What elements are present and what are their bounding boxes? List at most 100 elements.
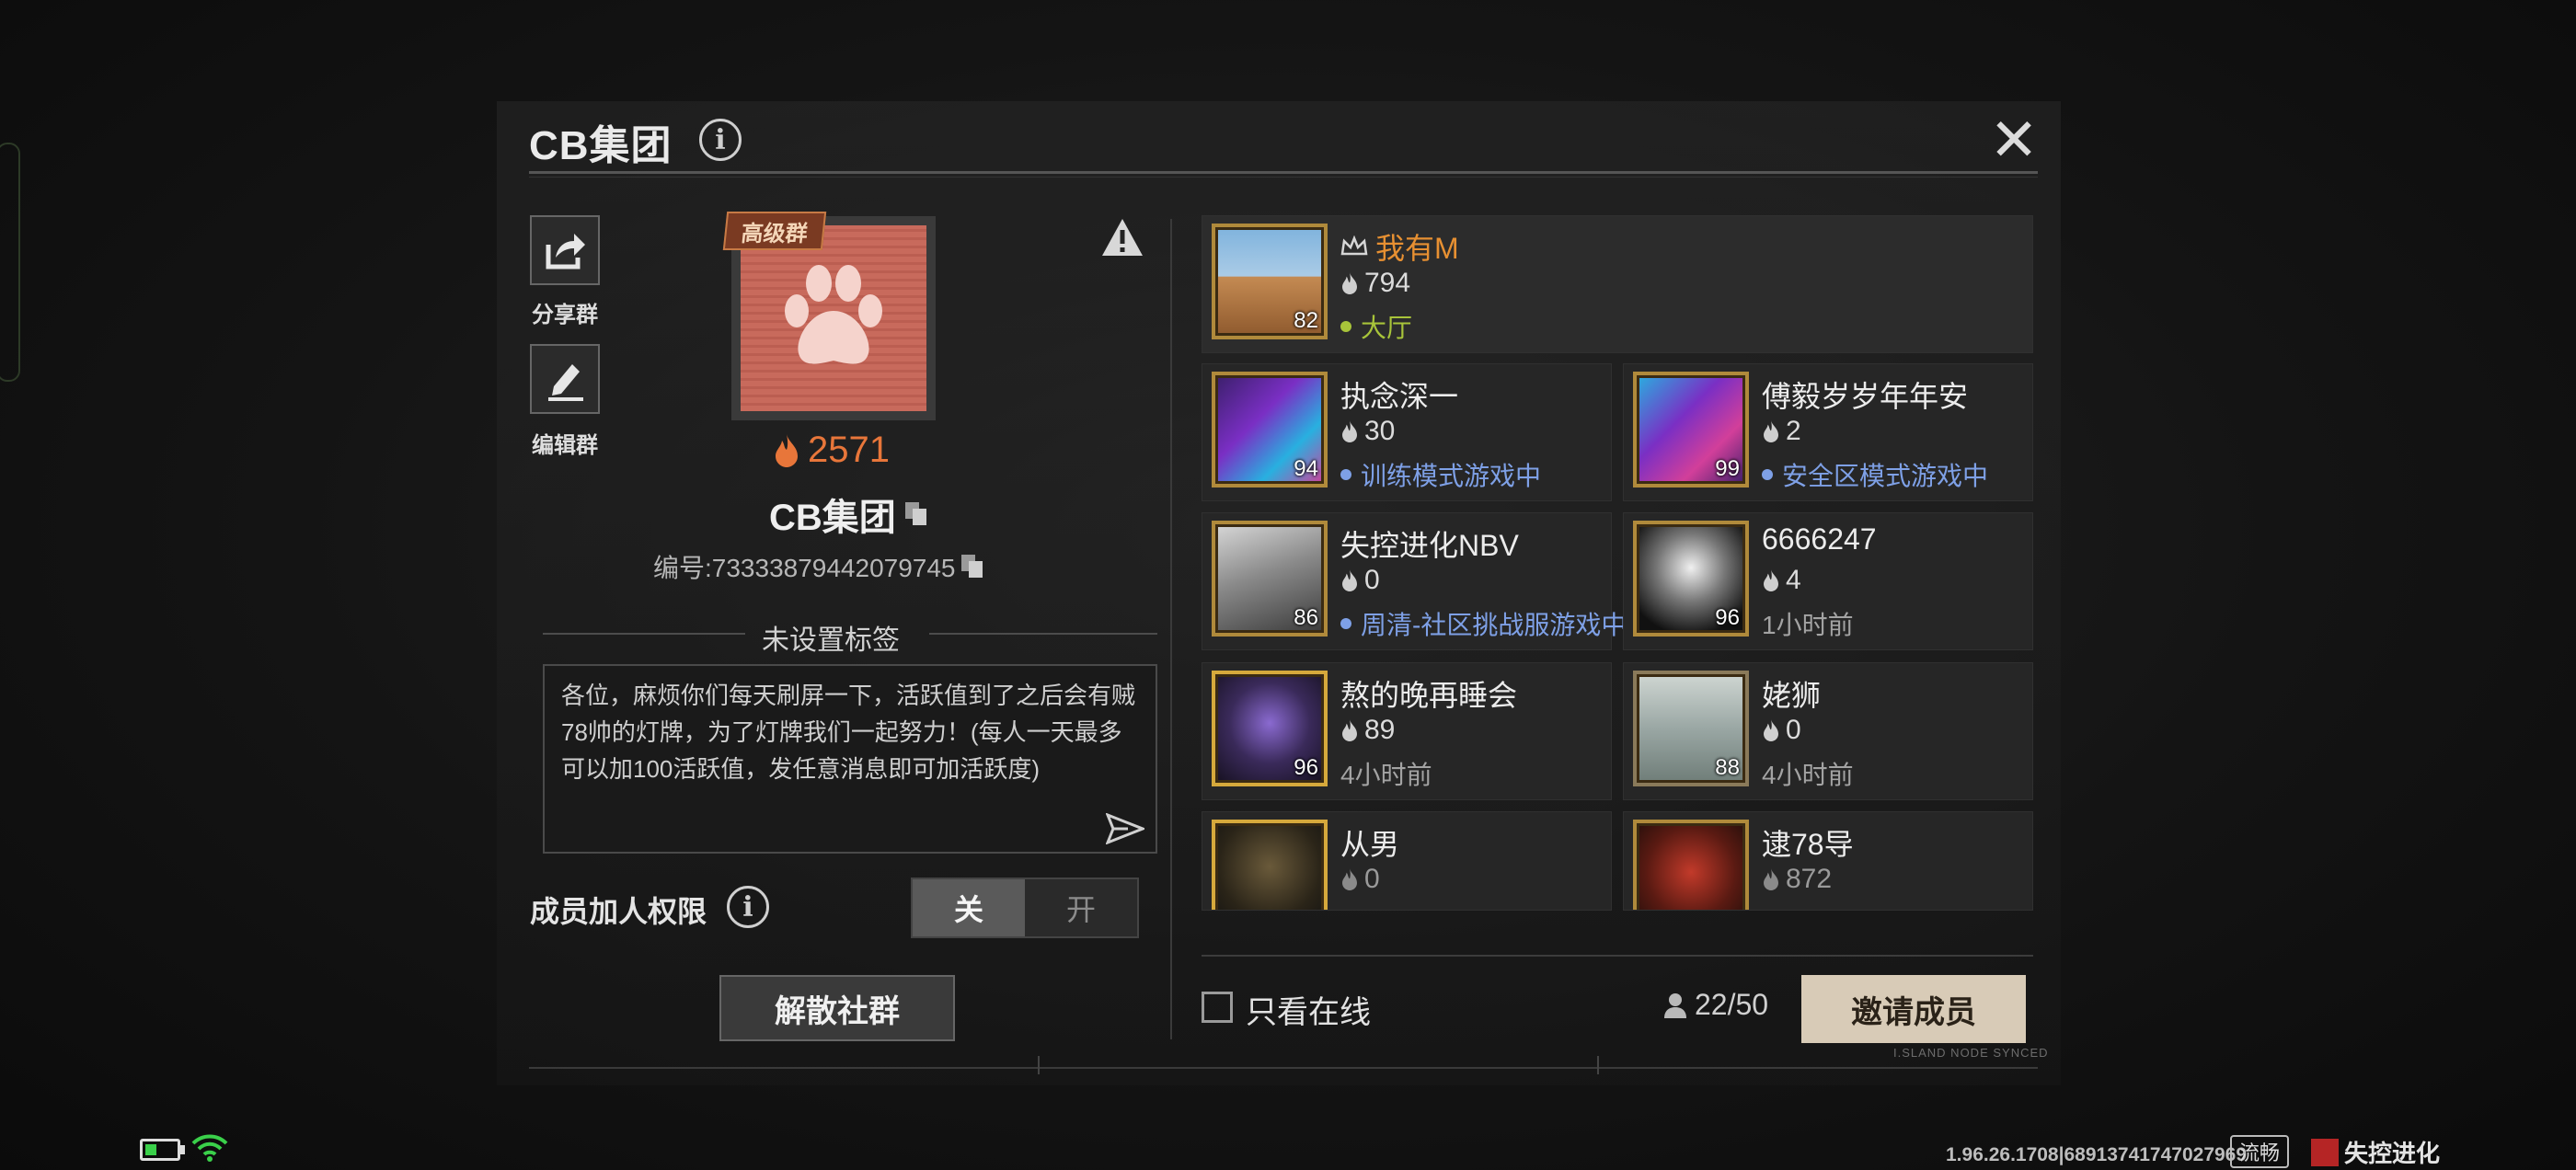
member-heat-value: 30: [1364, 416, 1396, 446]
member-status: 4小时前: [1762, 755, 1854, 792]
flame-icon: [776, 433, 798, 467]
edge-handle: [0, 143, 20, 382]
member-avatar: 99: [1633, 372, 1749, 488]
permission-toggle[interactable]: 关 开: [911, 878, 1139, 938]
copy-icon[interactable]: [960, 555, 983, 579]
status-dot: [1340, 321, 1351, 332]
member-heat: 4: [1762, 565, 1801, 596]
flame-icon: [1764, 719, 1778, 741]
premium-badge: 高级群: [722, 212, 827, 250]
member-level: 82: [1294, 308, 1318, 333]
member-level: 88: [1715, 755, 1740, 780]
member-avatar: 82: [1212, 224, 1328, 339]
member-name: 执念深一: [1340, 380, 1459, 413]
group-tag[interactable]: 未设置标签: [762, 617, 900, 658]
member-card[interactable]: 从男 0: [1202, 811, 1612, 911]
member-heat-value: 0: [1786, 715, 1801, 745]
invite-button[interactable]: 邀请成员: [1801, 975, 2026, 1043]
member-card[interactable]: 99 傅毅岁岁年年安 2 安全区模式游戏中: [1623, 363, 2033, 501]
member-status-text: 安全区模式游戏中: [1782, 462, 1989, 490]
member-status: 安全区模式游戏中: [1762, 456, 1988, 493]
status-dot: [1762, 469, 1773, 480]
share-icon: [546, 234, 585, 270]
group-notice[interactable]: 各位，麻烦你们每天刷屏一下，活跃值到了之后会有贼78帅的灯牌，为了灯牌我们一起努…: [543, 664, 1157, 854]
group-heat-value: 2571: [808, 430, 890, 470]
member-name: 姥狮: [1762, 679, 1822, 712]
member-level: 96: [1715, 605, 1740, 630]
member-status-text: 4小时前: [1340, 761, 1432, 789]
member-status: 训练模式游戏中: [1340, 456, 1541, 493]
share-button[interactable]: [530, 215, 600, 285]
member-heat-value: 2: [1786, 416, 1801, 446]
member-status-text: 1小时前: [1762, 611, 1854, 639]
member-heat-value: 89: [1364, 715, 1396, 745]
send-button[interactable]: [1105, 812, 1147, 849]
member-heat: 0: [1340, 565, 1380, 596]
member-avatar: 86: [1212, 521, 1328, 637]
online-only-checkbox[interactable]: [1202, 992, 1233, 1023]
member-avatar: 96: [1212, 671, 1328, 786]
flame-icon: [1342, 272, 1357, 294]
member-heat: 2: [1762, 416, 1801, 447]
member-name: 逮78导: [1762, 828, 1854, 861]
member-level: 96: [1294, 755, 1318, 780]
member-card[interactable]: 逮78导 872: [1623, 811, 2033, 911]
info-icon[interactable]: i: [727, 886, 769, 928]
close-icon[interactable]: ✕: [1987, 110, 2041, 169]
share-label: 分享群: [532, 303, 598, 327]
member-card[interactable]: 96 熬的晚再睡会 89 4小时前: [1202, 662, 1612, 800]
permission-label: 成员加人权限: [530, 895, 707, 928]
member-level: 86: [1294, 605, 1318, 630]
member-avatar: 94: [1212, 372, 1328, 488]
toggle-off-option[interactable]: 关: [913, 879, 1025, 936]
paw-icon: [785, 265, 882, 364]
member-heat: 89: [1340, 715, 1395, 746]
member-avatar: [1633, 820, 1749, 910]
member-avatar: [1212, 820, 1328, 910]
status-dot: [1340, 618, 1351, 629]
online-only-label[interactable]: 只看在线: [1246, 987, 1371, 1032]
edit-label: 编辑群: [532, 433, 598, 458]
member-status-text: 训练模式游戏中: [1361, 462, 1542, 490]
member-card[interactable]: 88 姥狮 0 4小时前: [1623, 662, 2033, 800]
wifi-icon: [191, 1133, 228, 1167]
toggle-on-option[interactable]: 开: [1025, 879, 1137, 936]
person-icon: [1664, 992, 1686, 1018]
copy-icon[interactable]: [904, 502, 927, 526]
member-name: 傅毅岁岁年年安: [1762, 380, 1969, 413]
member-avatar: 88: [1633, 671, 1749, 786]
member-card[interactable]: 96 6666247 4 1小时前: [1623, 512, 2033, 650]
report-button[interactable]: [1100, 217, 1144, 262]
info-icon[interactable]: i: [699, 119, 742, 161]
network-status: 流畅: [2230, 1135, 2289, 1168]
member-card[interactable]: 86 失控进化NBV 0 周清-社区挑战服游戏中: [1202, 512, 1627, 650]
member-heat: 0: [1340, 864, 1380, 895]
member-count: 22/50: [1663, 988, 1768, 1022]
member-card[interactable]: 94 执念深一 30 训练模式游戏中: [1202, 363, 1612, 501]
sync-caption: I.SLAND NODE SYNCED: [1893, 1046, 2049, 1060]
disband-button[interactable]: 解散社群: [719, 975, 955, 1041]
member-heat: 30: [1340, 416, 1395, 447]
member-status-text: 大厅: [1361, 314, 1413, 342]
member-status: 4小时前: [1340, 755, 1432, 792]
battery-icon: [140, 1139, 180, 1161]
member-name-row: 我有M: [1340, 225, 1459, 268]
divider-tick: [1038, 1056, 1040, 1074]
flame-icon: [1342, 868, 1357, 890]
warning-icon: [1102, 219, 1143, 256]
list-divider: [1202, 955, 2033, 957]
group-id-text: 编号:73333879442079745: [653, 554, 956, 582]
crown-icon: [1340, 235, 1368, 256]
member-avatar: 96: [1633, 521, 1749, 637]
group-name-text: CB集团: [769, 498, 896, 538]
member-level: 99: [1715, 456, 1740, 481]
flame-icon: [1764, 569, 1778, 591]
member-heat-value: 0: [1364, 864, 1380, 894]
send-icon: [1105, 812, 1147, 845]
member-card-owner[interactable]: 82 我有M 794 大厅: [1202, 215, 2033, 353]
group-heat: 2571: [773, 430, 890, 471]
title-divider-thin: [529, 177, 2038, 178]
edit-button[interactable]: [530, 344, 600, 414]
member-heat: 0: [1762, 715, 1801, 746]
status-dot: [1340, 469, 1351, 480]
